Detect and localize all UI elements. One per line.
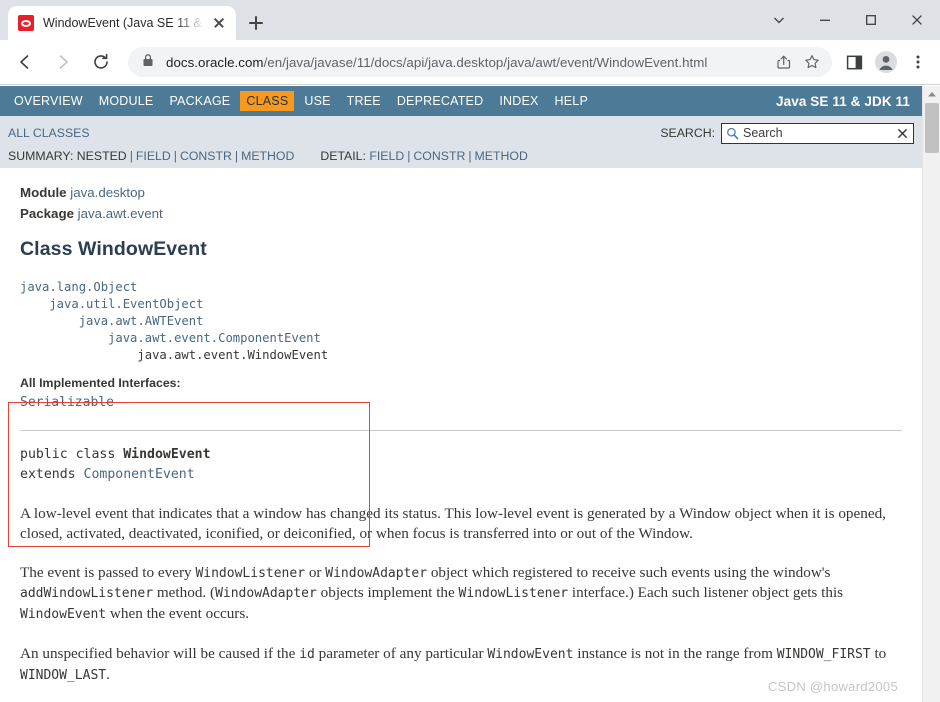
url-bar[interactable]: docs.oracle.com/en/java/javase/11/docs/a… — [128, 47, 832, 77]
share-icon[interactable] — [772, 50, 796, 74]
hierarchy-item-4: java.awt.event.WindowEvent — [20, 348, 329, 362]
tab-strip: WindowEvent (Java SE 11 & JDK 11 — [0, 0, 940, 40]
nav-item-package[interactable]: PACKAGE — [163, 91, 236, 111]
new-tab-button[interactable] — [242, 9, 270, 37]
javadoc-brand-title: Java SE 11 & JDK 11 — [776, 93, 910, 109]
description-paragraph-3: An unspecified behavior will be caused i… — [20, 644, 887, 683]
close-tab-icon[interactable] — [210, 14, 228, 32]
hierarchy-item-3[interactable]: java.awt.event.ComponentEvent — [20, 331, 321, 345]
nav-item-index[interactable]: INDEX — [493, 91, 544, 111]
watermark: CSDN @howard2005 — [767, 679, 898, 694]
tab-title: WindowEvent (Java SE 11 & JDK 11 — [43, 16, 208, 30]
detail-constr-link[interactable]: CONSTR — [413, 149, 465, 163]
browser-tab[interactable]: WindowEvent (Java SE 11 & JDK 11 — [8, 6, 236, 40]
class-declaration: public class WindowEvent extends Compone… — [20, 445, 902, 485]
description-paragraph-1: A low-level event that indicates that a … — [20, 505, 886, 542]
window-controls — [756, 0, 940, 40]
scrollbar-thumb[interactable] — [925, 103, 939, 153]
nav-item-use[interactable]: USE — [298, 91, 336, 111]
address-bar: docs.oracle.com/en/java/javase/11/docs/a… — [0, 40, 940, 85]
package-label: Package — [20, 206, 74, 221]
search-box[interactable] — [721, 122, 914, 144]
serializable-link[interactable]: Serializable — [20, 395, 114, 410]
scroll-up-arrow-icon[interactable] — [923, 86, 940, 102]
back-button[interactable] — [9, 46, 41, 78]
summary-label: SUMMARY: — [8, 149, 74, 163]
nav-item-class[interactable]: CLASS — [240, 91, 295, 111]
clear-x-icon[interactable] — [896, 127, 909, 140]
summary-constr-link[interactable]: CONSTR — [180, 149, 232, 163]
package-line: Package java.awt.event — [20, 203, 902, 224]
nav-item-help[interactable]: HELP — [549, 91, 594, 111]
summary-field-link[interactable]: FIELD — [136, 149, 171, 163]
javadoc-sub-navbar: ALL CLASSES SEARCH: Search SUMMARY: NEST… — [0, 116, 922, 168]
oracle-favicon — [18, 15, 34, 31]
page-title: Class WindowEvent — [20, 238, 207, 260]
divider — [20, 430, 902, 431]
url-text: docs.oracle.com/en/java/javase/11/docs/a… — [166, 55, 768, 70]
package-link[interactable]: java.awt.event — [78, 206, 163, 221]
minimize-icon[interactable] — [802, 0, 848, 40]
implemented-interfaces-list: Serializable — [20, 395, 902, 410]
main-content: Module java.desktop Package java.awt.eve… — [0, 168, 922, 702]
class-hierarchy: java.lang.Object java.util.EventObject j… — [20, 279, 902, 364]
more-menu-icon[interactable] — [903, 47, 933, 77]
search-area: SEARCH: — [660, 122, 914, 144]
detail-method-link[interactable]: METHOD — [475, 149, 528, 163]
declaration-superclass-link[interactable]: ComponentEvent — [84, 467, 195, 482]
declaration-extends-keyword: extends — [20, 467, 84, 482]
nav-item-module[interactable]: MODULE — [93, 91, 160, 111]
implemented-interfaces-label: All Implemented Interfaces: — [20, 376, 181, 390]
summary-detail-bar: SUMMARY: NESTED | FIELD | CONSTR | METHOD D… — [8, 149, 528, 163]
magnifier-icon — [726, 127, 739, 140]
search-label: SEARCH: — [660, 126, 715, 140]
browser-window: WindowEvent (Java SE 11 & JDK 11 — [0, 0, 940, 702]
tab-search-chevron-down-icon[interactable] — [756, 0, 802, 40]
side-panel-icon[interactable] — [839, 47, 869, 77]
all-classes-link[interactable]: ALL CLASSES — [8, 126, 90, 140]
forward-button[interactable] — [47, 46, 79, 78]
description-paragraph-2: The event is passed to every WindowListe… — [20, 563, 844, 623]
summary-method-link[interactable]: METHOD — [241, 149, 294, 163]
detail-label: DETAIL: — [320, 149, 366, 163]
javadoc-page: OVERVIEW MODULE PACKAGE CLASS USE TREE D… — [0, 86, 922, 702]
summary-nested: NESTED — [76, 149, 127, 163]
profile-avatar-icon[interactable] — [871, 47, 901, 77]
bookmark-star-icon[interactable] — [800, 50, 824, 74]
javadoc-top-navbar: OVERVIEW MODULE PACKAGE CLASS USE TREE D… — [0, 86, 922, 116]
module-link[interactable]: java.desktop — [70, 185, 145, 200]
declaration-class-name: WindowEvent — [123, 447, 211, 462]
module-label: Module — [20, 185, 67, 200]
search-input[interactable] — [743, 126, 894, 140]
nav-item-deprecated[interactable]: DEPRECATED — [391, 91, 490, 111]
module-line: Module java.desktop — [20, 182, 902, 203]
nav-item-overview[interactable]: OVERVIEW — [8, 91, 89, 111]
nav-item-tree[interactable]: TREE — [341, 91, 387, 111]
close-window-icon[interactable] — [894, 0, 940, 40]
lock-icon — [142, 53, 156, 72]
hierarchy-item-1[interactable]: java.util.EventObject — [20, 297, 203, 311]
declaration-modifier: public class — [20, 447, 124, 462]
page-viewport: OVERVIEW MODULE PACKAGE CLASS USE TREE D… — [0, 86, 940, 702]
hierarchy-item-2[interactable]: java.awt.AWTEvent — [20, 314, 204, 328]
hierarchy-item-0[interactable]: java.lang.Object — [20, 280, 137, 294]
url-domain: docs.oracle.com — [166, 54, 264, 70]
maximize-icon[interactable] — [848, 0, 894, 40]
page-scrollbar[interactable] — [922, 86, 940, 702]
url-path: /en/java/javase/11/docs/api/java.desktop… — [263, 54, 708, 70]
reload-button[interactable] — [85, 46, 117, 78]
detail-field-link[interactable]: FIELD — [369, 149, 404, 163]
